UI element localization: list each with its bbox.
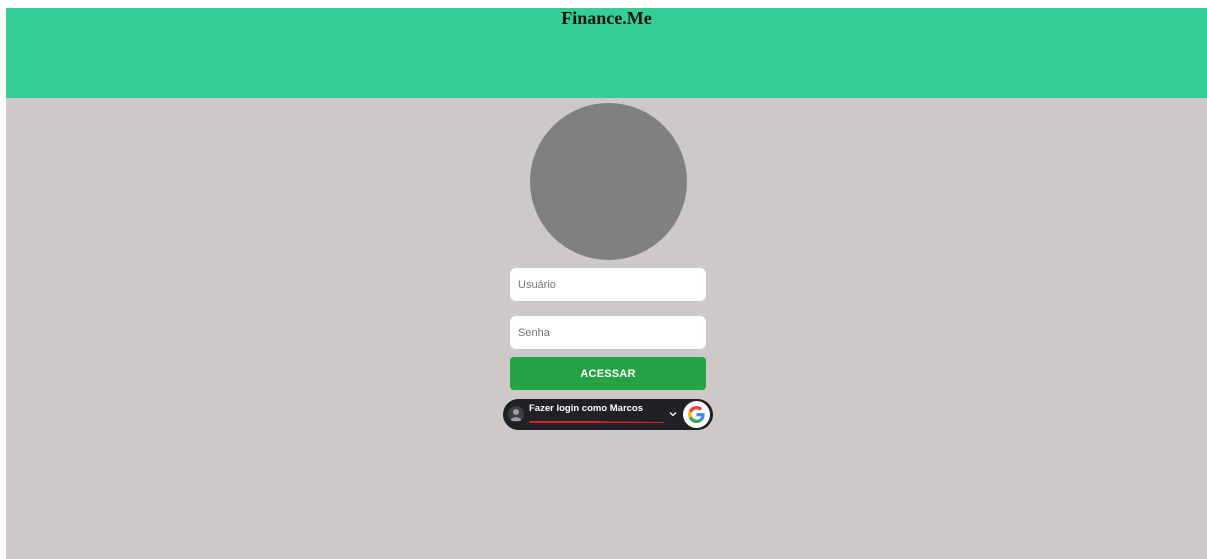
account-email-redacted <box>529 414 665 423</box>
app-title: Finance.Me <box>561 8 652 28</box>
account-avatar-icon <box>508 406 524 422</box>
password-input[interactable] <box>510 316 706 349</box>
username-input[interactable] <box>510 268 706 301</box>
chevron-down-icon[interactable] <box>668 409 678 419</box>
google-signin-button[interactable]: Fazer login como Marcos <box>503 399 713 430</box>
google-signin-label: Fazer login como Marcos <box>529 403 644 414</box>
header-bar: Finance.Me <box>6 8 1207 98</box>
google-g-icon <box>683 401 710 428</box>
profile-avatar-placeholder <box>530 103 687 260</box>
app-root: Finance.Me ACESSAR Fazer login como Marc… <box>6 8 1207 559</box>
login-submit-button[interactable]: ACESSAR <box>510 357 706 390</box>
